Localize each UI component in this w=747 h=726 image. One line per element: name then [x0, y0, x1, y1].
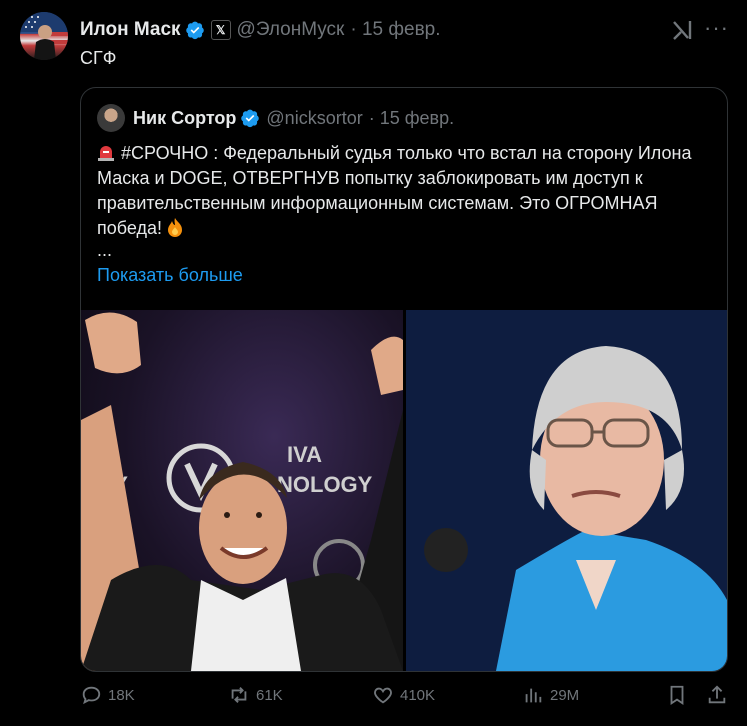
like-count: 410K	[400, 686, 436, 704]
tweet-date[interactable]: · 15 февр.	[350, 19, 440, 41]
views-icon	[525, 688, 542, 703]
svg-text:NOLOGY: NOLOGY	[277, 472, 373, 497]
repost-button[interactable]: 61K	[228, 684, 283, 706]
quote-ellipsis: ...	[97, 240, 113, 260]
grok-icon[interactable]	[670, 18, 694, 42]
show-more-link[interactable]: Показать больше	[97, 265, 243, 286]
musk-photo-illustration: OGY IVA NOLOGY	[81, 312, 403, 671]
more-icon[interactable]: ···	[704, 17, 730, 42]
quote-text: #СРОЧНО : Федеральный судья только что в…	[97, 141, 717, 241]
share-button[interactable]	[706, 684, 734, 706]
svg-text:IVA: IVA	[287, 442, 322, 467]
tweet-header: Илон Маск 𝕏 @ЭлонМуск · 15 февр.	[80, 16, 441, 44]
author-handle[interactable]: @ЭлонМуск	[237, 19, 345, 41]
quote-body: #СРОЧНО : Федеральный судья только что в…	[97, 143, 692, 238]
siren-icon	[98, 146, 114, 161]
reply-button[interactable]: 18K	[80, 684, 135, 706]
verified-icon	[241, 109, 260, 128]
tweet-text: СГФ	[80, 48, 117, 68]
quote-author-name[interactable]: Ник Сортор	[133, 108, 236, 129]
views-button[interactable]: 29M	[522, 684, 579, 706]
reply-icon	[82, 686, 101, 705]
quote-author-handle[interactable]: @nicksortor	[266, 108, 362, 129]
bookmark-button[interactable]	[666, 684, 694, 706]
reply-count: 18K	[108, 686, 135, 704]
fire-icon	[168, 218, 182, 237]
author-name[interactable]: Илон Маск	[80, 19, 181, 41]
repost-count: 61K	[256, 686, 283, 704]
bookmark-icon	[670, 685, 684, 705]
quote-author-avatar[interactable]	[97, 104, 125, 132]
verified-icon	[185, 21, 204, 40]
like-button[interactable]: 410K	[372, 684, 435, 706]
repost-icon	[231, 687, 247, 703]
views-count: 29M	[550, 686, 580, 704]
quote-header: Ник Сортор @nicksortor · 15 февр.	[133, 104, 454, 132]
warren-photo-illustration	[406, 310, 727, 671]
x-affiliate-badge: 𝕏	[210, 20, 231, 40]
avatar-image	[20, 12, 68, 60]
quote-image-warren[interactable]	[406, 310, 727, 671]
tweet-actions: 18K 61K 410K 29M	[80, 684, 730, 714]
share-icon	[708, 685, 726, 704]
quoted-tweet[interactable]: Ник Сортор @nicksortor · 15 февр. #СРОЧН…	[80, 87, 728, 672]
quote-date[interactable]: · 15 февр.	[369, 108, 454, 129]
author-avatar[interactable]	[20, 12, 68, 60]
quote-image-musk[interactable]: OGY IVA NOLOGY	[81, 310, 403, 671]
like-icon	[374, 687, 392, 704]
